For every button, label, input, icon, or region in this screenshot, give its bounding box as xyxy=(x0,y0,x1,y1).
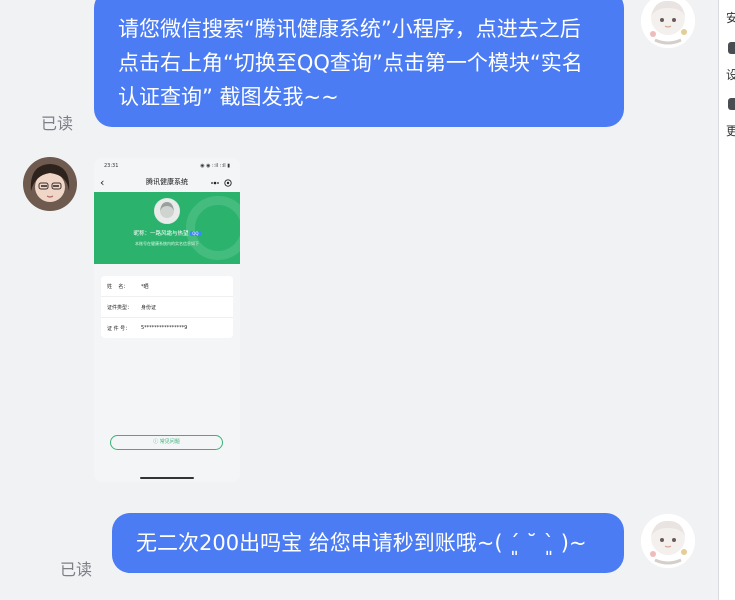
more-icon[interactable] xyxy=(728,98,735,110)
qq-badge: QQ xyxy=(190,231,201,236)
signal-icon: ◉ ◉ ∷il ∷il ▮ xyxy=(200,163,230,169)
sidebar-item-label[interactable]: 更 xyxy=(726,122,735,139)
contact-avatar[interactable] xyxy=(23,157,77,211)
image-message[interactable]: 23:31 ◉ ◉ ∷il ∷il ▮ ‹ 腾讯健康系统 昵称：一路风霜与热望 xyxy=(94,158,240,482)
read-receipt: 已读 xyxy=(41,114,74,133)
banner-subtitle: 本账号在健康系统内的实名信息如下 xyxy=(135,241,199,246)
status-bar: 23:31 ◉ ◉ ∷il ∷il ▮ xyxy=(94,161,240,173)
info-row: 证 件 号： 5****************9 xyxy=(107,325,188,332)
sidebar-item-label[interactable]: 设 xyxy=(726,66,735,83)
settings-icon[interactable] xyxy=(728,42,735,54)
profile-avatar-icon xyxy=(155,199,179,223)
profile-avatar xyxy=(154,198,180,224)
miniapp-nav: ‹ 腾讯健康系统 xyxy=(94,175,240,191)
info-row: 姓 名： *晒 xyxy=(101,276,233,297)
self-avatar[interactable] xyxy=(641,514,695,568)
profile-banner: 昵称：一路风霜与热望 QQ 本账号在健康系统内的实名信息如下 xyxy=(94,192,240,264)
avatar-illustration-icon xyxy=(641,514,695,568)
capsule-menu-icon xyxy=(211,179,232,187)
avatar-illustration-icon xyxy=(641,0,695,48)
message-bubble-outgoing[interactable]: 请您微信搜索“腾讯健康系统”小程序，点进去之后点击右上角“切换至QQ查询”点击第… xyxy=(94,0,624,127)
read-receipt: 已读 xyxy=(60,560,93,579)
identity-card: 姓 名： *晒 证件类型： 身份证 证 件 号： 5**************… xyxy=(101,276,233,338)
message-bubble-outgoing[interactable]: 无二次200出吗宝 给您申请秒到账哦~( ˊ͈ ˘ ˋ͈ )~ xyxy=(112,513,624,573)
faq-button: ⓘ 常见问题 xyxy=(110,435,223,450)
home-indicator xyxy=(140,477,194,479)
chat-area[interactable]: 请您微信搜索“腾讯健康系统”小程序，点进去之后点击右上角“切换至QQ查询”点击第… xyxy=(0,0,718,600)
self-avatar[interactable] xyxy=(641,0,695,48)
avatar-photo-icon xyxy=(23,157,77,211)
right-panel: 安 设 更 xyxy=(719,0,735,600)
nickname: 昵称：一路风霜与热望 QQ xyxy=(133,231,201,237)
sidebar-item-label[interactable]: 安 xyxy=(726,9,735,26)
status-time: 23:31 xyxy=(104,163,119,169)
info-row: 证件类型： 身份证 xyxy=(101,297,233,318)
